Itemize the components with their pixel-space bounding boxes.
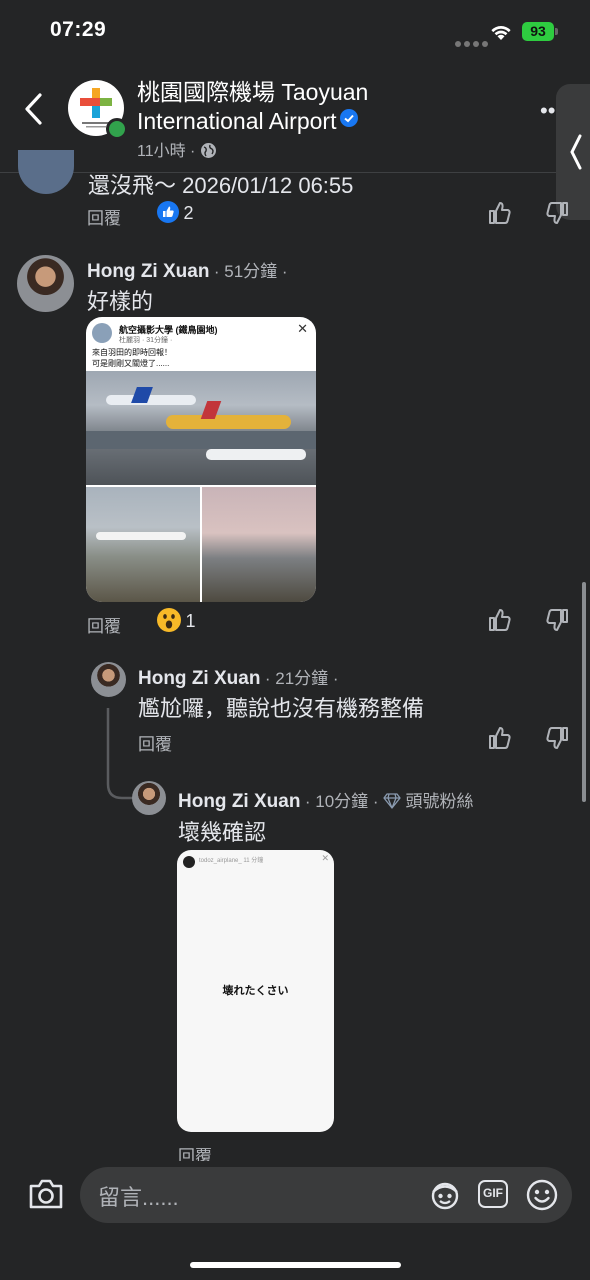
comment-header: Hong Zi Xuan · 10分鐘 · 頭號粉絲	[178, 787, 473, 813]
like-icon[interactable]	[487, 725, 513, 751]
emoji-icon[interactable]	[525, 1178, 559, 1212]
comment-time: · 51分鐘 ·	[213, 262, 288, 281]
scrollbar[interactable]	[582, 582, 586, 802]
reply-button[interactable]: 回覆	[138, 730, 172, 755]
handle-chevron-icon	[570, 134, 582, 170]
diamond-icon	[383, 793, 401, 809]
like-icon[interactable]	[487, 607, 513, 633]
more-icon[interactable]: ••	[540, 98, 555, 124]
shared-post-line2: 可是剛剛又關燈了......	[92, 359, 170, 368]
close-icon: ✕	[297, 321, 308, 336]
dislike-icon[interactable]	[544, 725, 570, 751]
gif-label: GIF	[483, 1186, 503, 1200]
comment-header: Hong Zi Xuan · 21分鐘 ·	[138, 664, 339, 690]
page-name: 桃園國際機場 Taoyuan International Airport	[137, 79, 369, 134]
home-indicator[interactable]	[190, 1262, 401, 1268]
comment-time: · 21分鐘 ·	[264, 669, 339, 688]
top-fan-badge: 頭號粉絲	[405, 792, 474, 811]
comment-text: 壞幾確認	[178, 820, 267, 845]
avatar[interactable]	[17, 255, 74, 312]
shared-post-meta: 杜麗羽 · 31分鐘 ·	[119, 337, 173, 344]
story-image[interactable]: todoz_airplane_ 11 分鐘 ✕ 壊れたくさい	[177, 850, 334, 1132]
comment-text: 好樣的	[87, 289, 154, 314]
avatar-sticker-icon[interactable]	[428, 1179, 462, 1211]
story-account-line: todoz_airplane_ 11 分鐘	[199, 855, 263, 864]
like-count: 2	[183, 203, 194, 223]
back-icon[interactable]	[22, 92, 46, 126]
verified-icon	[340, 109, 359, 127]
camera-icon[interactable]	[28, 1178, 64, 1210]
avatar[interactable]	[18, 150, 74, 194]
dislike-icon[interactable]	[544, 200, 570, 226]
comment-author[interactable]: Hong Zi Xuan	[138, 668, 260, 689]
reply-button[interactable]: 回覆	[87, 204, 121, 229]
post-time: 11小時 ·	[137, 143, 200, 160]
story-account: todoz_airplane_	[199, 858, 242, 864]
airport-photo-main	[86, 371, 316, 485]
airport-photo-right	[202, 487, 316, 602]
reaction-summary[interactable]: 1	[157, 608, 195, 632]
globe-icon	[200, 143, 216, 158]
comment-text: 尷尬囉，聽說也沒有機務整備	[138, 696, 425, 721]
reaction-count: 1	[185, 611, 196, 631]
avatar[interactable]	[132, 781, 166, 815]
post-meta: 11小時 ·	[137, 137, 217, 161]
shared-post-image[interactable]: 航空攝影大學 (鐵鳥園地) 杜麗羽 · 31分鐘 · ✕ 來自羽田的即時回報！ …	[86, 317, 316, 602]
page-name-link[interactable]: 桃園國際機場 Taoyuan International Airport	[137, 78, 437, 136]
signal-icon	[455, 34, 491, 52]
airport-photo-left	[86, 487, 200, 602]
battery-indicator: 93	[522, 22, 558, 41]
status-time: 07:29	[50, 18, 107, 41]
comment-author[interactable]: Hong Zi Xuan	[178, 791, 300, 812]
comment-author[interactable]: Hong Zi Xuan	[87, 261, 209, 282]
close-icon: ✕	[321, 853, 329, 863]
story-avatar	[183, 856, 195, 868]
header-divider	[0, 172, 556, 173]
reply-button[interactable]: 回覆	[87, 612, 121, 637]
wifi-icon	[491, 26, 511, 40]
shared-post-avatar	[92, 323, 112, 343]
gif-icon[interactable]: GIF	[478, 1180, 508, 1208]
story-text: 壊れたくさい	[222, 985, 289, 997]
avatar[interactable]	[91, 662, 126, 697]
dislike-icon[interactable]	[544, 607, 570, 633]
shared-post-line1: 來自羽田的即時回報！	[92, 348, 172, 357]
comment-input-placeholder: 留言......	[98, 1185, 179, 1210]
comment-time: · 10分鐘 ·	[304, 792, 379, 811]
online-status-dot	[106, 118, 128, 140]
wow-icon	[157, 608, 181, 632]
reaction-summary[interactable]: 2	[157, 201, 193, 224]
story-age: 11 分鐘	[243, 858, 264, 864]
like-icon	[157, 201, 179, 223]
like-icon[interactable]	[487, 200, 513, 226]
comment-header: Hong Zi Xuan · 51分鐘 ·	[87, 257, 288, 283]
